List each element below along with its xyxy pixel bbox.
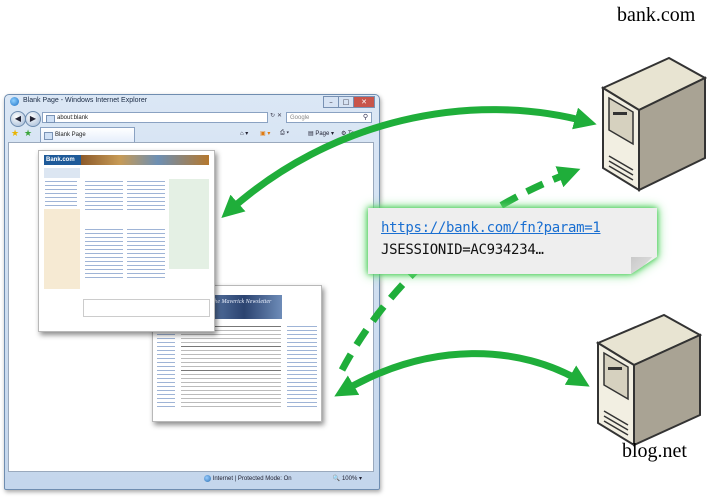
request-url-link[interactable]: https://bank.com/fn?param=1 [381,220,601,236]
blog-response-arrow [334,350,590,397]
diagram: Blank Page - Windows Internet Explorer –… [0,0,722,504]
callout-folded-corner [631,257,657,274]
callout-body [368,208,657,274]
session-cookie-text: JSESSIONID=AC934234… [381,242,544,258]
request-callout: https://bank.com/fn?param=1 JSESSIONID=A… [368,208,657,274]
bank-response-arrow [221,106,597,218]
